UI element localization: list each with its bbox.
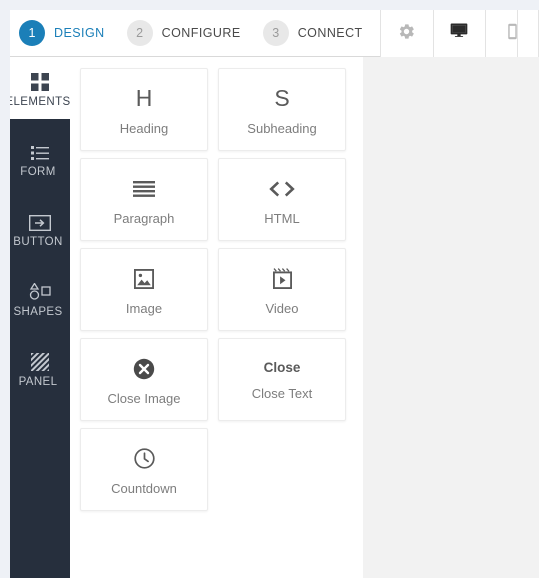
step-connect[interactable]: 3 CONNECT <box>262 10 363 56</box>
sidebar-item-shapes-label: SHAPES <box>13 305 63 318</box>
step-configure-number: 2 <box>126 20 153 46</box>
mobile-preview-icon <box>504 23 521 45</box>
sidebar-item-elements-label: ELEMENTS <box>10 95 70 108</box>
sidebar-item-form[interactable]: FORM <box>10 127 70 189</box>
step-design-label: DESIGN <box>54 26 105 40</box>
mobile-preview-button[interactable] <box>486 10 539 57</box>
step-connect-number: 3 <box>262 20 289 46</box>
sidebar-item-panel[interactable]: PANEL <box>10 337 70 399</box>
subheading-letter-icon: S <box>274 84 289 114</box>
step-design[interactable]: 1 DESIGN <box>19 10 105 56</box>
card-countdown-label: Countdown <box>111 480 177 496</box>
card-paragraph-label: Paragraph <box>113 210 175 226</box>
close-text-icon: Close <box>264 358 301 378</box>
card-paragraph[interactable]: Paragraph <box>80 158 208 241</box>
top-toolbar: 1 DESIGN 2 CONFIGURE 3 CONNECT <box>10 10 539 57</box>
card-subheading[interactable]: S Subheading <box>218 68 346 151</box>
card-close-text-label: Close Text <box>251 386 313 401</box>
step-configure-label: CONFIGURE <box>161 26 241 40</box>
panel-hatch-icon <box>31 349 49 371</box>
card-countdown[interactable]: Countdown <box>80 428 208 511</box>
sidebar-item-elements[interactable]: ELEMENTS <box>10 57 70 119</box>
wizard-steps: 1 DESIGN 2 CONFIGURE 3 CONNECT <box>10 10 363 56</box>
clock-countdown-icon <box>133 444 155 474</box>
left-gutter <box>0 10 10 578</box>
step-design-number: 1 <box>19 20 45 46</box>
sidebar-item-button[interactable]: BUTTON <box>10 197 70 259</box>
video-play-icon <box>272 264 292 294</box>
sidebar-item-form-label: FORM <box>20 165 56 178</box>
card-html-label: HTML <box>264 210 300 226</box>
card-html[interactable]: HTML <box>218 158 346 241</box>
sidebar-item-shapes[interactable]: SHAPES <box>10 267 70 329</box>
design-canvas[interactable] <box>363 57 539 578</box>
app-root: 1 DESIGN 2 CONFIGURE 3 CONNECT ELEMENTS … <box>0 0 539 578</box>
elements-panel: H Heading S Subheading Paragraph HTML Im… <box>70 57 363 578</box>
toolbar-divider-right <box>517 10 518 57</box>
element-card-grid: H Heading S Subheading Paragraph HTML Im… <box>70 57 363 518</box>
top-strip <box>0 0 539 10</box>
card-subheading-label: Subheading <box>247 120 317 136</box>
card-close-text[interactable]: Close Close Text <box>218 338 346 421</box>
card-video-label: Video <box>265 300 299 316</box>
close-circle-x-icon <box>133 354 155 384</box>
desktop-preview-icon <box>449 21 469 46</box>
grid-squares-icon <box>31 69 49 91</box>
close-text-glyph: Close <box>263 360 301 376</box>
heading-letter-icon: H <box>136 84 153 114</box>
button-arrow-icon <box>29 209 51 231</box>
desktop-preview-button[interactable] <box>433 10 486 57</box>
heading-glyph: H <box>135 85 153 111</box>
sidebar-item-button-label: BUTTON <box>13 235 63 248</box>
card-close-image[interactable]: Close Image <box>80 338 208 421</box>
card-video[interactable]: Video <box>218 248 346 331</box>
card-image-label: Image <box>125 300 163 316</box>
card-heading-label: Heading <box>119 120 169 136</box>
settings-gear-icon <box>397 22 416 46</box>
card-image[interactable]: Image <box>80 248 208 331</box>
shapes-icon <box>29 279 51 301</box>
step-connect-label: CONNECT <box>297 26 363 40</box>
card-close-image-label: Close Image <box>107 390 181 406</box>
html-code-icon <box>269 174 295 204</box>
paragraph-lines-icon <box>133 174 155 204</box>
sidebar-item-panel-label: PANEL <box>18 375 58 388</box>
form-list-icon <box>31 139 49 161</box>
card-heading[interactable]: H Heading <box>80 68 208 151</box>
left-sidebar: ELEMENTS FORM BUTTON SHAPES PANEL <box>10 57 70 578</box>
settings-gear-button[interactable] <box>380 10 433 57</box>
image-picture-icon <box>134 264 154 294</box>
subheading-glyph: S <box>274 85 290 111</box>
step-configure[interactable]: 2 CONFIGURE <box>126 10 241 56</box>
